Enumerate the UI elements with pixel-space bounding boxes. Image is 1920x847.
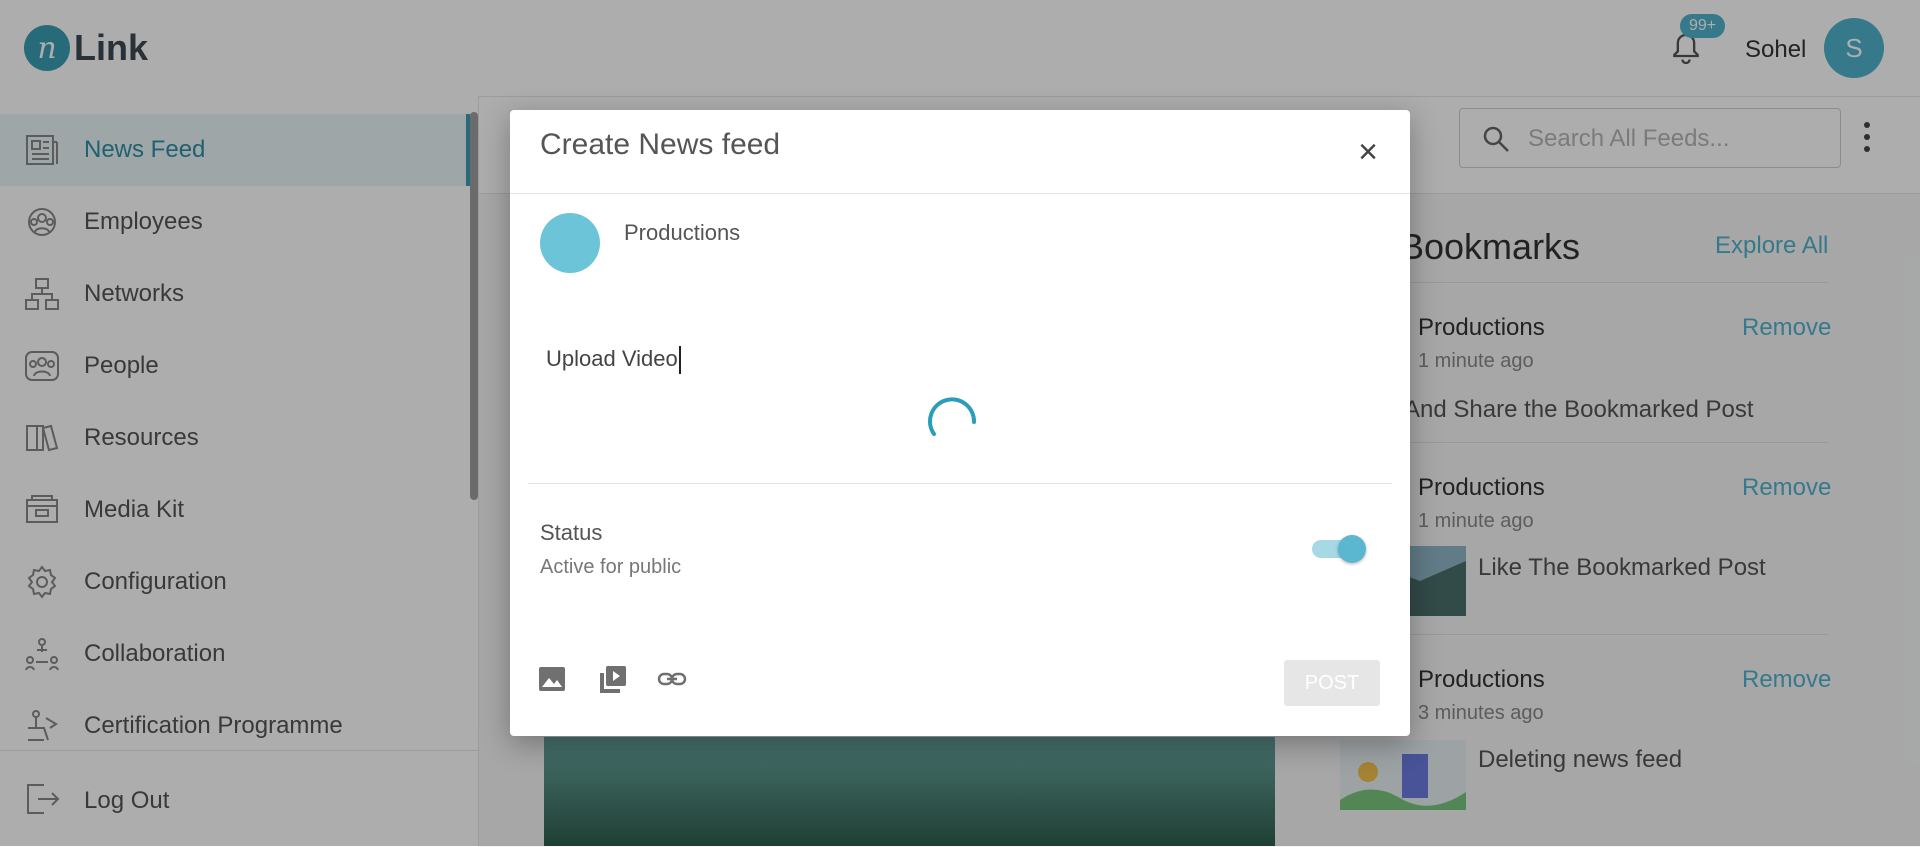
close-icon[interactable]: × (1350, 134, 1386, 170)
status-description: Active for public (540, 556, 682, 578)
divider (528, 483, 1392, 484)
post-button[interactable]: POST (1284, 660, 1380, 706)
author-name: Productions (624, 220, 741, 245)
toggle-knob (1338, 535, 1366, 563)
create-news-feed-dialog: Create News feed × Productions Upload Vi… (510, 110, 1410, 736)
post-text-input[interactable]: Upload Video (546, 346, 681, 375)
status-label: Status (540, 520, 603, 545)
author-avatar (540, 213, 600, 273)
link-icon[interactable] (656, 663, 688, 695)
image-icon[interactable] (536, 663, 568, 695)
divider (510, 193, 1410, 194)
loading-spinner-icon (928, 397, 977, 436)
dialog-title: Create News feed (540, 128, 781, 161)
status-toggle[interactable] (1310, 532, 1366, 566)
post-text-value: Upload Video (546, 346, 678, 371)
text-cursor (678, 346, 681, 375)
video-icon[interactable] (596, 663, 628, 695)
